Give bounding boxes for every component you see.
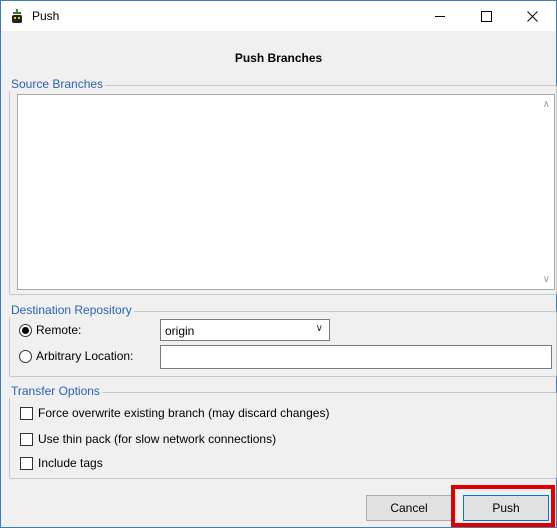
force-overwrite-label[interactable]: Force overwrite existing branch (may dis… (38, 406, 329, 420)
push-dialog-window: Push Push Branches Source Branches ∧ ∨ D… (0, 0, 557, 528)
remote-select[interactable]: origin ∨ (160, 319, 330, 341)
include-tags-checkbox[interactable] (20, 457, 33, 470)
destination-repository-label: Destination Repository (9, 303, 134, 317)
remote-radio-label[interactable]: Remote: (36, 323, 81, 337)
maximize-icon (480, 10, 492, 22)
remote-radio[interactable] (19, 324, 32, 337)
maximize-button[interactable] (463, 1, 509, 31)
cancel-button[interactable]: Cancel (366, 495, 452, 521)
source-branches-label: Source Branches (9, 77, 106, 91)
thin-pack-label[interactable]: Use thin pack (for slow network connecti… (38, 432, 276, 446)
dialog-header: Push Branches (234, 51, 323, 65)
arbitrary-location-input[interactable] (160, 345, 552, 369)
transfer-options-label: Transfer Options (9, 384, 102, 398)
source-branches-list[interactable]: ∧ ∨ (17, 94, 555, 290)
git-push-app-icon (12, 9, 22, 23)
minimize-icon (435, 15, 445, 17)
include-tags-label[interactable]: Include tags (38, 456, 103, 470)
window-title: Push (32, 9, 60, 23)
force-overwrite-checkbox[interactable] (20, 407, 33, 420)
remote-select-value: origin (165, 324, 195, 338)
chevron-down-icon: ∨ (315, 323, 323, 334)
minimize-button[interactable] (417, 1, 463, 31)
close-icon (526, 10, 538, 22)
arbitrary-location-radio[interactable] (19, 350, 32, 363)
title-bar[interactable]: Push (1, 1, 556, 31)
close-button[interactable] (509, 1, 555, 31)
thin-pack-checkbox[interactable] (20, 433, 33, 446)
scroll-down-icon[interactable]: ∨ (543, 274, 550, 285)
scroll-up-icon[interactable]: ∧ (543, 99, 550, 110)
arbitrary-location-label[interactable]: Arbitrary Location: (36, 349, 133, 363)
push-button-highlight (451, 485, 555, 527)
